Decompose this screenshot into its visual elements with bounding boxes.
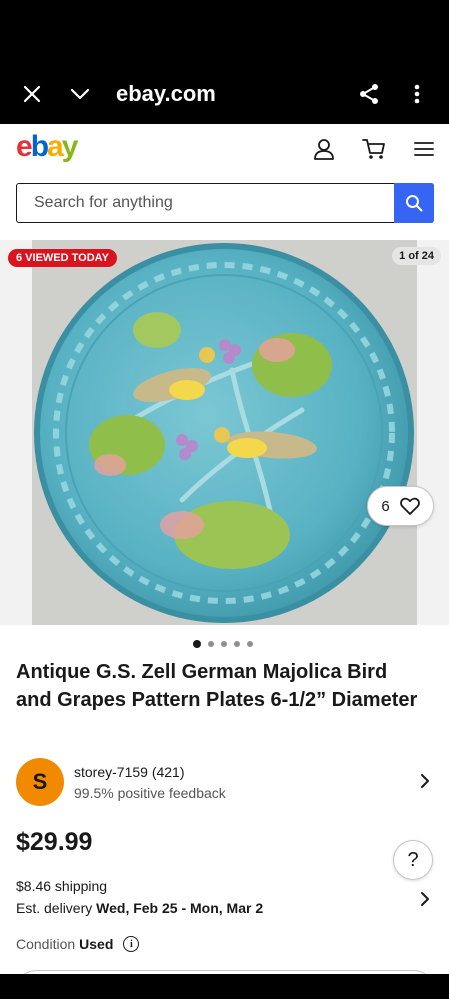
pagination-dot[interactable] — [221, 641, 227, 647]
person-icon[interactable] — [311, 136, 337, 162]
ebay-logo[interactable]: ebay — [16, 130, 79, 164]
logo-letter: a — [47, 130, 64, 163]
pagination-dot[interactable] — [234, 641, 240, 647]
help-button[interactable]: ? — [393, 840, 433, 880]
image-gallery[interactable]: 6 VIEWED TODAY 1 of 24 — [0, 240, 449, 625]
shipping-cost: $8.46 shipping — [16, 878, 108, 894]
pagination-dot[interactable] — [208, 641, 214, 647]
chevron-down-icon[interactable] — [60, 64, 100, 124]
estimated-delivery[interactable]: Est. delivery Wed, Feb 25 - Mon, Mar 2 — [16, 900, 263, 916]
chevron-right-icon[interactable] — [418, 889, 432, 909]
more-options-icon[interactable] — [397, 64, 437, 124]
status-bar — [0, 0, 449, 64]
page: ebay Search for anything 6 VIEWED TODAY … — [0, 124, 449, 974]
seller-avatar: S — [16, 758, 64, 806]
logo-letter: y — [61, 130, 79, 163]
watch-button[interactable]: 6 — [367, 486, 434, 526]
condition-label: Condition — [16, 936, 76, 952]
logo-letter: e — [16, 130, 33, 163]
cart-icon[interactable] — [361, 136, 387, 162]
url-domain[interactable]: ebay.com — [116, 81, 216, 107]
seller-feedback: 99.5% positive feedback — [74, 785, 226, 801]
viewed-today-badge: 6 VIEWED TODAY — [8, 249, 117, 267]
close-tab-icon[interactable] — [12, 64, 52, 124]
site-header: ebay — [0, 124, 449, 174]
image-counter: 1 of 24 — [392, 247, 441, 265]
search-button[interactable] — [394, 182, 434, 223]
search-bar — [16, 182, 434, 223]
condition-value: Used — [79, 936, 114, 952]
share-icon[interactable] — [349, 64, 389, 124]
hamburger-menu-icon[interactable] — [411, 136, 437, 162]
pagination-dot-active[interactable] — [193, 640, 201, 648]
heart-icon — [399, 497, 420, 515]
info-icon[interactable]: i — [123, 936, 140, 952]
listing-title: Antique G.S. Zell German Majolica Bird a… — [16, 661, 418, 711]
seller-card[interactable]: S storey-7159 (421) 99.5% positive feedb… — [16, 756, 434, 806]
condition-row: Condition Used i — [16, 936, 140, 952]
delivery-label: Est. delivery — [16, 900, 93, 916]
logo-letter: b — [30, 130, 49, 163]
search-icon — [406, 194, 423, 211]
delivery-dates: Wed, Feb 25 - Mon, Mar 2 — [96, 900, 264, 916]
seller-name: storey-7159 (421) — [74, 764, 185, 780]
product-photo[interactable] — [32, 240, 417, 625]
watch-count: 6 — [381, 497, 390, 515]
search-input[interactable] — [17, 184, 395, 221]
browser-toolbar: ebay.com — [0, 64, 449, 124]
item-price: $29.99 — [16, 828, 93, 856]
chevron-right-icon — [418, 771, 432, 791]
pagination-dot[interactable] — [247, 641, 253, 647]
system-nav-bar — [0, 974, 449, 999]
gallery-pagination — [193, 640, 253, 648]
